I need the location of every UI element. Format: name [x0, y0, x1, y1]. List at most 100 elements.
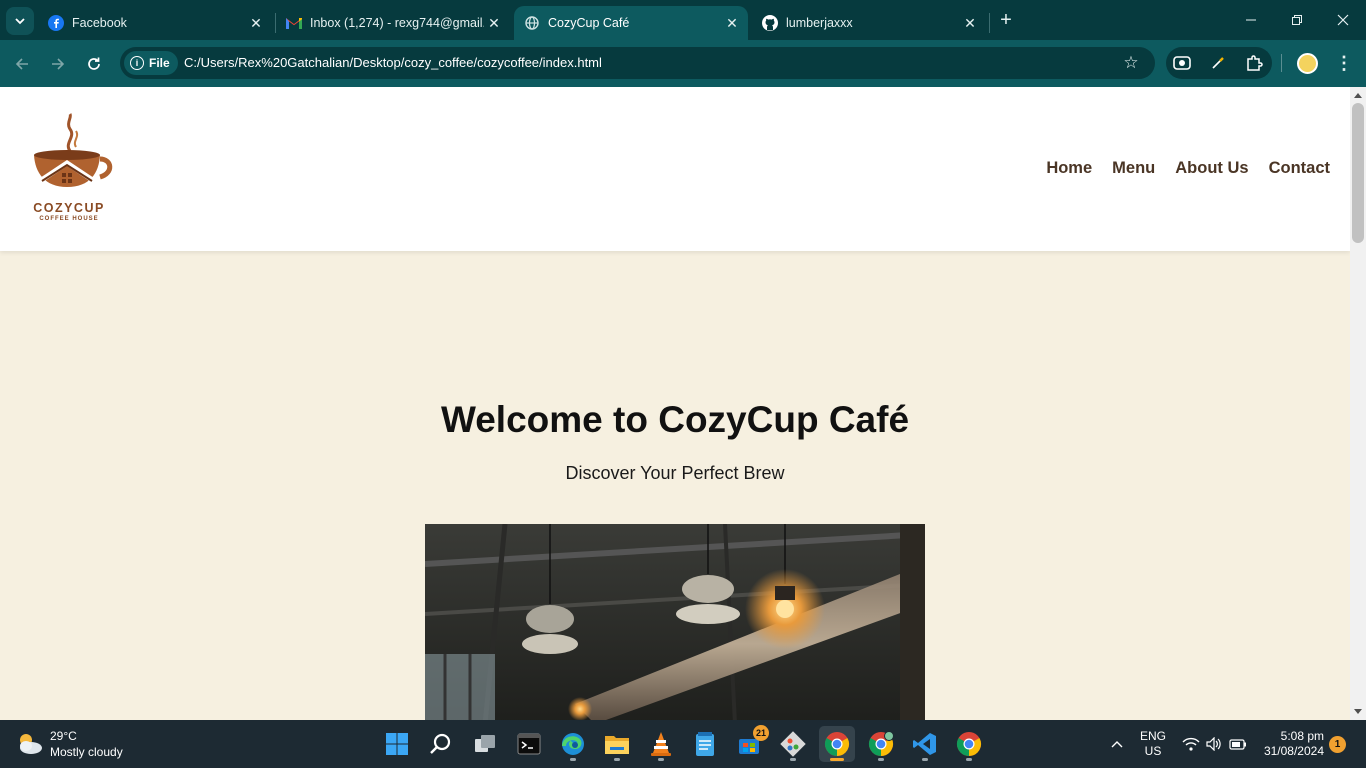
chevron-up-icon	[1111, 741, 1123, 748]
site-info-chip[interactable]: i File	[124, 51, 178, 75]
battery-button[interactable]	[1229, 720, 1247, 768]
restore-icon	[1292, 15, 1302, 25]
notification-badge[interactable]: 1	[1329, 736, 1346, 753]
show-hidden-icons-button[interactable]	[1110, 720, 1124, 768]
new-tab-button[interactable]: +	[994, 8, 1018, 32]
windows-start-icon	[386, 733, 408, 755]
minimize-button[interactable]	[1228, 0, 1274, 40]
clock[interactable]: 5:08 pm 31/08/2024	[1254, 729, 1324, 759]
taskbar-file-explorer[interactable]	[599, 726, 635, 762]
windows-taskbar: 29°C Mostly cloudy 21 ENG US 5:08 pm 31/…	[0, 720, 1366, 768]
notepad-icon	[696, 732, 714, 756]
vertical-scrollbar[interactable]	[1350, 87, 1366, 720]
running-indicator	[966, 758, 972, 761]
chrome-icon	[824, 732, 850, 756]
taskbar-chrome-2[interactable]	[951, 726, 987, 762]
volume-button[interactable]	[1206, 720, 1222, 768]
tab-github[interactable]: lumberjaxxx ✕	[752, 6, 986, 40]
logo-tagline: COFFEE HOUSE	[39, 216, 99, 222]
taskbar-git[interactable]	[775, 726, 811, 762]
cozycup-logo[interactable]: COZYCUP COFFEE HOUSE	[26, 111, 118, 227]
scrollbar-thumb[interactable]	[1352, 103, 1364, 243]
logo-name: COZYCUP	[33, 201, 105, 215]
more-menu-icon[interactable]: ⋮	[1334, 53, 1354, 73]
main-nav: Home Menu About Us Contact	[1046, 159, 1330, 178]
chrome-icon	[956, 732, 982, 756]
search-icon	[430, 733, 451, 754]
close-icon	[1337, 14, 1349, 26]
tab-search-button[interactable]	[6, 7, 34, 35]
clock-time: 5:08 pm	[1280, 729, 1324, 743]
browser-toolbar: i File C:/Users/Rex%20Gatchalian/Desktop…	[0, 40, 1366, 87]
language-code: ENG	[1139, 729, 1166, 743]
close-icon[interactable]: ✕	[960, 13, 980, 33]
gmail-icon	[286, 15, 302, 31]
vscode-icon	[913, 733, 936, 755]
hero-title: Welcome to CozyCup Café	[440, 399, 910, 440]
taskbar-store[interactable]: 21	[731, 725, 769, 762]
running-indicator	[922, 758, 928, 761]
tab-gmail[interactable]: Inbox (1,274) - rexg744@gmail.com - Gmai…	[276, 6, 510, 40]
hero-subtitle: Discover Your Perfect Brew	[565, 463, 785, 483]
nav-home[interactable]: Home	[1046, 159, 1092, 178]
page-viewport: COZYCUP COFFEE HOUSE Home Menu About Us …	[0, 87, 1350, 720]
language-indicator[interactable]: ENG US	[1138, 729, 1168, 759]
profile-avatar[interactable]	[1297, 53, 1318, 74]
back-button[interactable]	[8, 50, 36, 78]
task-view-button[interactable]	[467, 726, 503, 762]
screenshot-extension-icon[interactable]	[1172, 53, 1192, 73]
weather-temp: 29°C	[50, 729, 77, 743]
running-indicator	[614, 758, 620, 761]
extensions-group	[1166, 47, 1272, 79]
arrow-left-icon	[15, 58, 28, 70]
puzzle-extensions-icon[interactable]	[1244, 53, 1264, 73]
folder-icon	[605, 736, 629, 754]
taskbar-chrome-profile[interactable]	[863, 726, 899, 762]
tab-divider	[989, 13, 990, 33]
nav-about-us[interactable]: About Us	[1175, 159, 1248, 178]
tab-title: lumberjaxxx	[786, 16, 853, 30]
network-button[interactable]	[1182, 720, 1200, 768]
forward-button[interactable]	[44, 50, 72, 78]
taskbar-vscode[interactable]	[907, 726, 943, 762]
weather-widget[interactable]: 29°C Mostly cloudy	[16, 728, 123, 760]
wifi-icon	[1182, 737, 1200, 751]
start-button[interactable]	[379, 726, 415, 762]
tab-facebook[interactable]: Facebook ✕	[38, 6, 272, 40]
store-badge: 21	[753, 725, 769, 741]
chevron-down-icon	[15, 18, 25, 25]
restore-button[interactable]	[1274, 0, 1320, 40]
reload-button[interactable]	[80, 50, 108, 78]
toolbar-divider	[1281, 54, 1282, 72]
clock-date: 31/08/2024	[1263, 744, 1324, 758]
minimize-icon	[1246, 19, 1256, 21]
bookmark-star-icon[interactable]: ☆	[1121, 53, 1141, 73]
close-icon[interactable]: ✕	[484, 13, 504, 33]
nav-menu[interactable]: Menu	[1112, 159, 1155, 178]
weather-condition: Mostly cloudy	[50, 745, 123, 759]
coffee-cup-logo-icon	[34, 113, 113, 187]
taskbar-search-button[interactable]	[423, 726, 459, 762]
address-bar[interactable]: i File C:/Users/Rex%20Gatchalian/Desktop…	[120, 47, 1155, 79]
taskbar-terminal[interactable]	[511, 726, 547, 762]
git-icon	[780, 731, 806, 757]
nav-contact[interactable]: Contact	[1269, 159, 1330, 178]
url-text[interactable]: C:/Users/Rex%20Gatchalian/Desktop/cozy_c…	[184, 55, 602, 70]
browser-tab-strip: Facebook ✕ Inbox (1,274) - rexg744@gmail…	[0, 0, 1366, 40]
close-window-button[interactable]	[1320, 0, 1366, 40]
facebook-icon	[48, 15, 64, 31]
scroll-up-arrow-icon[interactable]	[1354, 93, 1362, 98]
close-icon[interactable]: ✕	[722, 13, 742, 33]
scroll-down-arrow-icon[interactable]	[1354, 709, 1362, 714]
taskbar-chrome[interactable]	[819, 726, 855, 762]
running-indicator	[658, 758, 664, 761]
terminal-icon	[517, 733, 541, 755]
running-indicator	[790, 758, 796, 761]
cloudy-weather-icon	[20, 734, 42, 754]
taskbar-vlc[interactable]	[643, 726, 679, 762]
taskbar-edge[interactable]	[555, 726, 591, 762]
eyedropper-extension-icon[interactable]	[1208, 53, 1228, 73]
close-icon[interactable]: ✕	[246, 13, 266, 33]
tab-cozycup[interactable]: CozyCup Café ✕	[514, 6, 748, 40]
taskbar-notepad[interactable]	[687, 726, 723, 762]
